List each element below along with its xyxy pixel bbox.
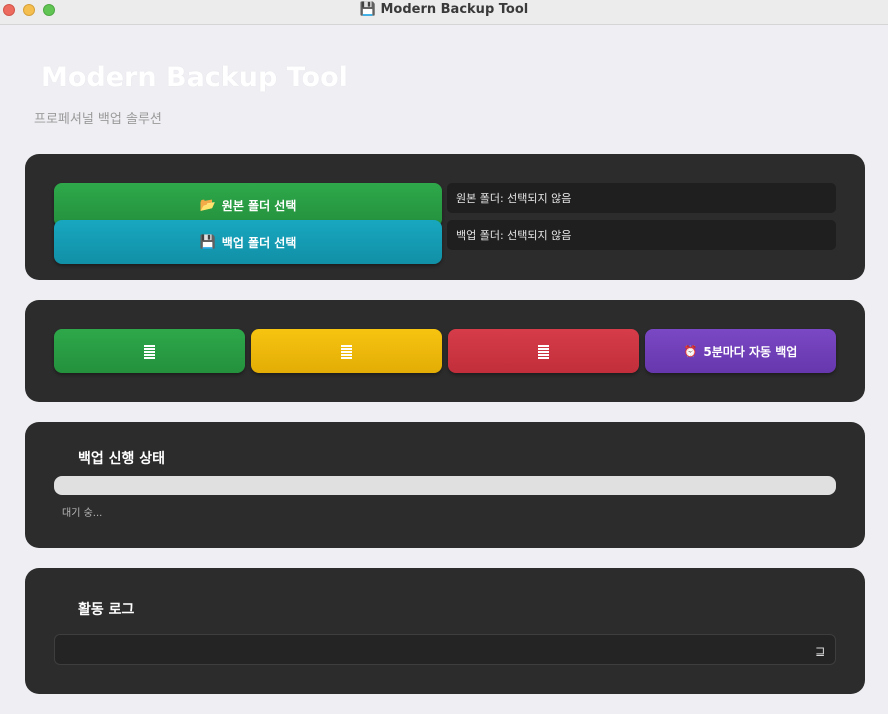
document-lines-icon <box>538 344 549 359</box>
document-lines-icon <box>144 344 155 359</box>
activity-log-card: 활동 로그 ⊒ <box>25 568 865 694</box>
log-section-title: 활동 로그 <box>78 602 135 618</box>
window-titlebar: 💾 Modern Backup Tool <box>0 0 888 25</box>
floppy-disk-icon: 💾 <box>359 2 376 17</box>
action-button-3[interactable] <box>448 329 639 373</box>
progress-section-title: 백업 신행 상태 <box>78 451 166 467</box>
resize-grip-icon[interactable]: ⊒ <box>815 644 825 658</box>
window-title: 💾 Modern Backup Tool <box>0 2 888 17</box>
action-button-2[interactable] <box>251 329 442 373</box>
open-folder-icon: 📂 <box>199 197 216 213</box>
auto-backup-button[interactable]: ⏰ 5분마다 자동 백업 <box>645 329 836 373</box>
floppy-disk-icon: 💾 <box>199 234 216 250</box>
app-subtitle: 프로페셔널 백업 솔루션 <box>34 112 162 127</box>
window-title-text: Modern Backup Tool <box>380 2 529 17</box>
activity-log-textarea[interactable]: ⊒ <box>54 634 836 665</box>
progress-card: 백업 신행 상태 대기 숭... <box>25 422 865 548</box>
select-backup-folder-button[interactable]: 💾 백업 폴더 선택 <box>54 220 442 264</box>
backup-folder-path: 백업 폴더: 선택되지 않음 <box>447 220 836 250</box>
action-button-1[interactable] <box>54 329 245 373</box>
action-buttons-card: ⏰ 5분마다 자동 백업 <box>25 300 865 402</box>
select-source-folder-label: 원본 폴더 선택 <box>221 198 297 213</box>
source-folder-path: 원본 폴더: 선택되지 않음 <box>447 183 836 213</box>
backup-progress-bar <box>54 476 836 495</box>
backup-status-text: 대기 숭... <box>62 508 103 519</box>
select-backup-folder-label: 백업 폴더 선택 <box>221 235 297 250</box>
folder-selection-card: 📂 원본 폴더 선택 💾 백업 폴더 선택 원본 폴더: 선택되지 않음 백업 … <box>25 154 865 280</box>
app-title: Modern Backup Tool <box>41 62 348 93</box>
auto-backup-label: 5분마다 자동 백업 <box>703 344 798 359</box>
document-lines-icon <box>341 344 352 359</box>
alarm-clock-icon: ⏰ <box>683 344 698 358</box>
